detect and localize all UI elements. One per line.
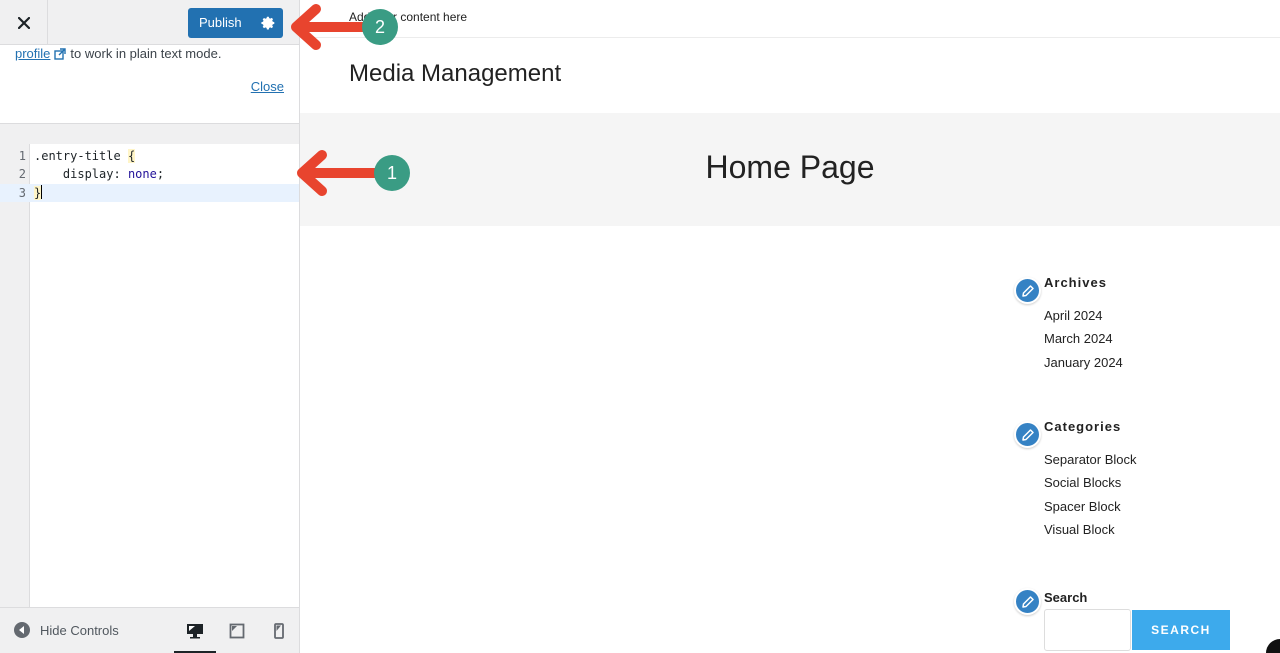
code-text: display: none; (62, 167, 165, 181)
archive-link[interactable]: March 2024 (1044, 331, 1123, 354)
text-cursor (41, 185, 43, 199)
close-icon (17, 16, 30, 29)
search-button[interactable]: SEARCH (1132, 610, 1230, 650)
edit-categories-shortcut[interactable] (1014, 421, 1041, 448)
page-title: Home Page (705, 149, 875, 185)
site-title[interactable]: Media Management (349, 60, 561, 88)
open-brace: { (127, 149, 136, 163)
code-line[interactable]: 1 .entry-title { (0, 147, 299, 165)
archive-link[interactable]: April 2024 (1044, 308, 1123, 331)
css-property: display: (62, 167, 121, 181)
tablet-icon (229, 623, 245, 639)
category-link[interactable]: Social Blocks (1044, 475, 1137, 498)
site-preview: Add your content here Media Management H… (300, 0, 1280, 653)
device-tablet-button[interactable] (216, 608, 258, 653)
device-mobile-button[interactable] (258, 608, 300, 653)
search-widget: Search (1044, 590, 1087, 605)
profile-link[interactable]: profile (15, 46, 50, 61)
pencil-icon (1021, 284, 1034, 297)
hide-controls-button[interactable]: Hide Controls (14, 622, 119, 638)
archives-widget: Archives April 2024 March 2024 January 2… (1044, 275, 1123, 378)
notice-text-line: profile to work in plain text mode. (15, 46, 221, 61)
code-text: } (34, 184, 43, 202)
publish-group: Publish (188, 8, 283, 38)
code-text: .entry-title { (34, 147, 136, 165)
panel-header: Publish (0, 0, 299, 45)
code-line[interactable]: 2 display: none; (0, 165, 299, 183)
archives-title: Archives (1044, 275, 1107, 290)
customizer-screen: Publish profile to work in plain text mo… (0, 0, 1280, 653)
publish-button[interactable]: Publish (188, 8, 253, 38)
line-number-gutter (0, 144, 30, 607)
edit-archives-shortcut[interactable] (1014, 277, 1041, 304)
hide-controls-label: Hide Controls (40, 622, 119, 638)
notice-text: to work in plain text mode. (70, 46, 222, 61)
category-link[interactable]: Separator Block (1044, 452, 1137, 475)
line-number: 2 (18, 167, 26, 181)
categories-list: Separator Block Social Blocks Spacer Blo… (1044, 452, 1137, 545)
search-title: Search (1044, 590, 1088, 605)
categories-widget: Categories Separator Block Social Blocks… (1044, 419, 1137, 545)
css-selector: .entry-title (34, 149, 121, 163)
customizer-footer: Hide Controls (0, 607, 299, 653)
device-desktop-button[interactable] (174, 608, 216, 653)
editor-spacer (0, 124, 299, 144)
page-hero: Home Page (300, 113, 1280, 226)
archives-list: April 2024 March 2024 January 2024 (1044, 308, 1123, 378)
preview-topbar: Add your content here (300, 0, 1280, 38)
topbar-text: Add your content here (349, 10, 468, 24)
css-value: none (127, 167, 157, 181)
plain-text-notice: profile to work in plain text mode. Clos… (0, 45, 299, 124)
edit-search-shortcut[interactable] (1014, 588, 1041, 615)
mobile-icon (274, 623, 284, 639)
category-link[interactable]: Visual Block (1044, 522, 1137, 545)
categories-title: Categories (1044, 419, 1122, 434)
customizer-panel: Publish profile to work in plain text mo… (0, 0, 300, 653)
search-input[interactable] (1044, 609, 1131, 651)
line-number: 3 (18, 186, 26, 200)
collapse-arrow-icon (14, 622, 30, 638)
pencil-icon (1021, 428, 1034, 441)
line-number: 1 (18, 149, 26, 163)
pencil-icon (1021, 595, 1034, 608)
publish-settings-button[interactable] (253, 8, 283, 38)
archive-link[interactable]: January 2024 (1044, 355, 1123, 378)
css-code-editor[interactable]: 1 .entry-title { 2 display: none; 3 } (0, 144, 299, 607)
notice-close-link[interactable]: Close (251, 79, 284, 94)
desktop-icon (187, 624, 203, 639)
external-link-icon (54, 47, 67, 60)
close-customizer-button[interactable] (0, 0, 48, 45)
gear-icon (261, 16, 274, 30)
close-brace: } (34, 186, 42, 200)
code-line-active[interactable]: 3 } (0, 184, 299, 202)
category-link[interactable]: Spacer Block (1044, 499, 1137, 522)
